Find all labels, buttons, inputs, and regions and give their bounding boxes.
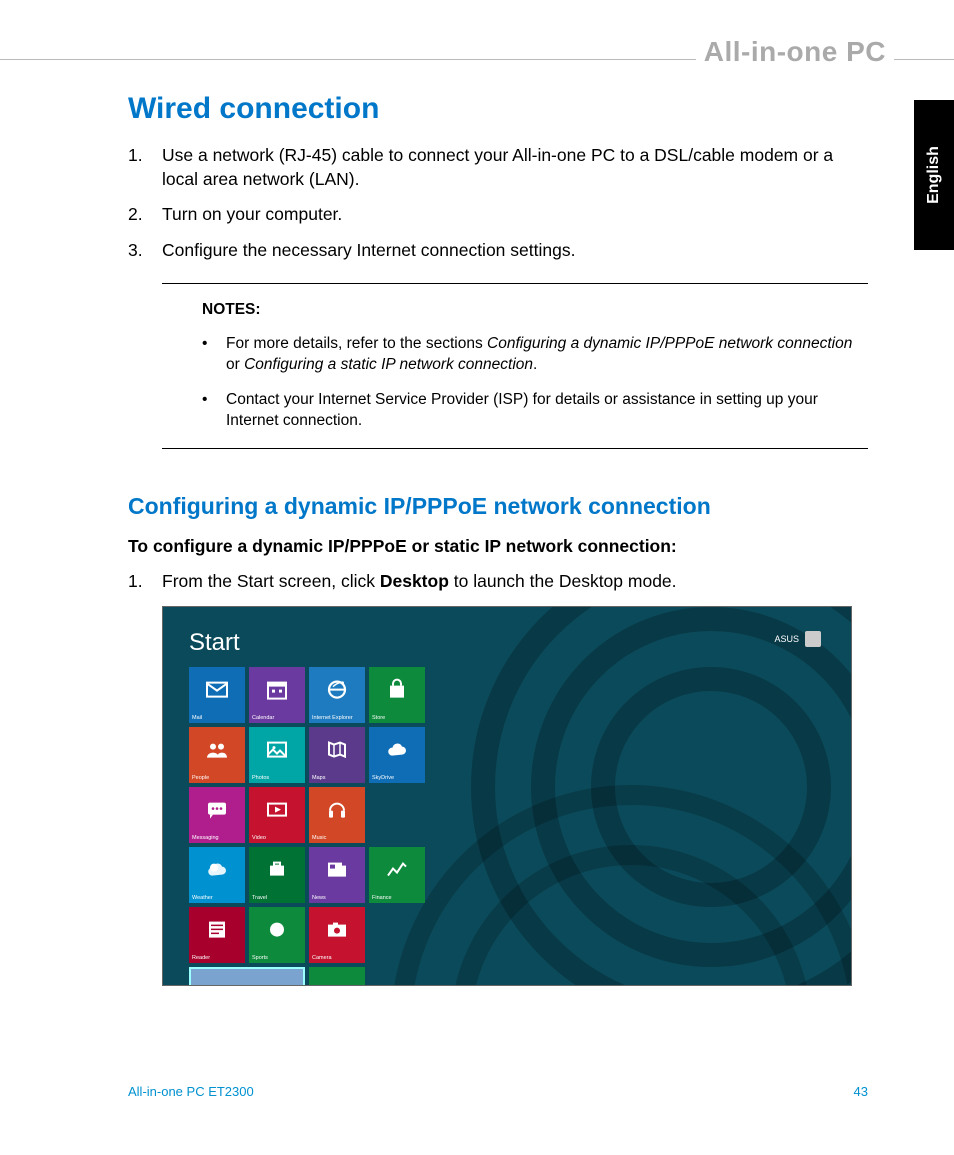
- step-text: Turn on your computer.: [162, 203, 868, 227]
- footer-page-number: 43: [854, 1084, 868, 1099]
- language-tab: English: [914, 100, 954, 250]
- steps-list: 1.Use a network (RJ-45) cable to connect…: [128, 144, 868, 263]
- msg-icon: [205, 798, 229, 828]
- tile-label: Maps: [312, 775, 325, 781]
- bullet-icon: •: [202, 334, 226, 376]
- note-item: • Contact your Internet Service Provider…: [202, 390, 858, 432]
- step-item: 3.Configure the necessary Internet conne…: [128, 239, 868, 263]
- notes-box: NOTES: • For more details, refer to the …: [162, 283, 868, 450]
- tile-label: Internet Explorer: [312, 715, 353, 721]
- tile-news[interactable]: News: [309, 847, 365, 903]
- tile-camera[interactable]: Camera: [309, 907, 365, 963]
- tile-music[interactable]: Music: [309, 787, 365, 843]
- start-label: Start: [189, 629, 240, 657]
- tile-desktop[interactable]: Desktop: [189, 967, 305, 986]
- step-number: 2.: [128, 203, 162, 227]
- step-item: 1. From the Start screen, click Desktop …: [128, 571, 868, 592]
- cloud-icon: [385, 738, 409, 768]
- tile-label: Video: [252, 835, 266, 841]
- music-icon: [325, 798, 349, 828]
- finance-icon: [385, 858, 409, 888]
- maps-icon: [325, 738, 349, 768]
- tile-label: Weather: [192, 895, 213, 901]
- step-text: Use a network (RJ-45) cable to connect y…: [162, 144, 868, 191]
- tile-label: Messaging: [192, 835, 219, 841]
- ie-icon: [325, 678, 349, 708]
- tile-mail[interactable]: Mail: [189, 667, 245, 723]
- step-item: 1.Use a network (RJ-45) cable to connect…: [128, 144, 868, 191]
- step-number: 1.: [128, 571, 162, 592]
- step-number: 1.: [128, 144, 162, 191]
- tile-store[interactable]: Store: [369, 667, 425, 723]
- tile-label: Calendar: [252, 715, 274, 721]
- decorative-circles: [391, 785, 791, 986]
- news-icon: [325, 858, 349, 888]
- tile-label: Finance: [372, 895, 392, 901]
- tile-sports[interactable]: Sports: [249, 907, 305, 963]
- tile-internet-explorer[interactable]: Internet Explorer: [309, 667, 365, 723]
- tile-label: Travel: [252, 895, 267, 901]
- avatar-icon: [805, 631, 821, 647]
- mail-icon: [205, 678, 229, 708]
- travel-icon: [265, 858, 289, 888]
- tile-finance[interactable]: Finance: [369, 847, 425, 903]
- section-title: Wired connection: [128, 92, 868, 126]
- note-item: • For more details, refer to the section…: [202, 334, 858, 376]
- sports-icon: [265, 918, 289, 948]
- language-label: English: [925, 146, 943, 204]
- tile-maps[interactable]: Maps: [309, 727, 365, 783]
- tile-grid: Mail Calendar Internet Explorer Store People…: [189, 667, 425, 986]
- step-text: Configure the necessary Internet connect…: [162, 239, 868, 263]
- tile-weather[interactable]: Weather: [189, 847, 245, 903]
- tile-reader[interactable]: Reader: [189, 907, 245, 963]
- page-footer: All-in-one PC ET2300 43: [128, 1084, 868, 1099]
- camera-icon: [325, 918, 349, 948]
- tile-people[interactable]: People: [189, 727, 245, 783]
- subsection-lead: To configure a dynamic IP/PPPoE or stati…: [128, 536, 868, 557]
- games-icon: [325, 978, 349, 986]
- brand-title: All-in-one PC: [696, 36, 894, 68]
- tile-label: People: [192, 775, 209, 781]
- step-item: 2.Turn on your computer.: [128, 203, 868, 227]
- note-text: For more details, refer to the sections …: [226, 334, 858, 376]
- subsection-title: Configuring a dynamic IP/PPPoE network c…: [128, 493, 868, 520]
- tile-skydrive[interactable]: SkyDrive: [369, 727, 425, 783]
- username: ASUS: [774, 634, 799, 644]
- tile-label: Camera: [312, 955, 332, 961]
- tile-label: SkyDrive: [372, 775, 394, 781]
- reader-icon: [205, 918, 229, 948]
- tile-label: Store: [372, 715, 385, 721]
- calendar-icon: [265, 678, 289, 708]
- bullet-icon: •: [202, 390, 226, 432]
- step-number: 3.: [128, 239, 162, 263]
- tile-video[interactable]: Video: [249, 787, 305, 843]
- tile-travel[interactable]: Travel: [249, 847, 305, 903]
- store-icon: [385, 678, 409, 708]
- tile-label: News: [312, 895, 326, 901]
- step-text: From the Start screen, click Desktop to …: [162, 571, 868, 592]
- tile-calendar[interactable]: Calendar: [249, 667, 305, 723]
- note-text: Contact your Internet Service Provider (…: [226, 390, 858, 432]
- tile-label: Photos: [252, 775, 269, 781]
- video-icon: [265, 798, 289, 828]
- tile-label: Mail: [192, 715, 202, 721]
- tile-messaging[interactable]: Messaging: [189, 787, 245, 843]
- tile-photos[interactable]: Photos: [249, 727, 305, 783]
- tile-games[interactable]: Xbox LIVE Games: [309, 967, 365, 986]
- notes-heading: NOTES:: [202, 300, 858, 321]
- tile-label: Music: [312, 835, 326, 841]
- start-screen-screenshot: Start ASUS Mail Calendar Internet Explorer…: [162, 606, 852, 986]
- tile-label: Sports: [252, 955, 268, 961]
- people-icon: [205, 738, 229, 768]
- weather-icon: [205, 858, 229, 888]
- tile-label: Reader: [192, 955, 210, 961]
- photos-icon: [265, 738, 289, 768]
- user-badge[interactable]: ASUS: [774, 631, 821, 647]
- footer-model: All-in-one PC ET2300: [128, 1084, 254, 1099]
